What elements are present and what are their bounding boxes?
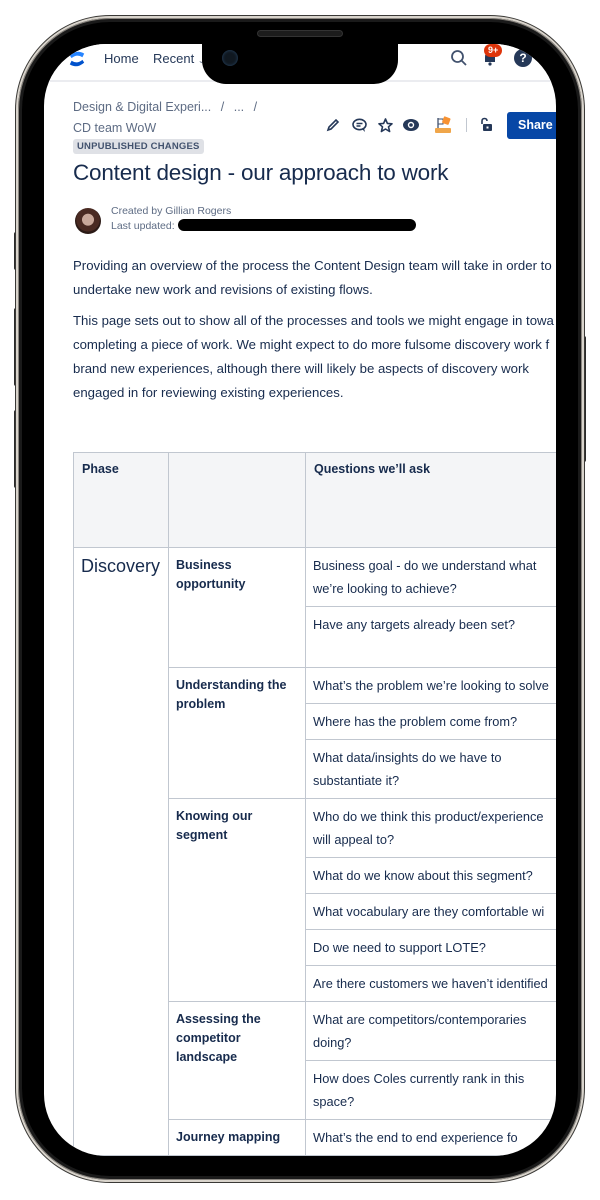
question-item: Have any targets already been set? xyxy=(313,617,516,632)
question-item: What are competitors/contemporaries doin… xyxy=(306,1002,556,1061)
question-item: What vocabulary are they comfortable wi xyxy=(306,894,556,930)
breadcrumb-separator: / xyxy=(220,100,225,114)
new-feature-icon[interactable] xyxy=(434,116,452,134)
nav-recent-label: Recent xyxy=(153,51,195,66)
question-item: Where has the problem come from? xyxy=(306,704,556,740)
breadcrumb-separator: / xyxy=(253,100,258,114)
paragraph-line: engaged in for reviewing existing experi… xyxy=(73,385,344,400)
earpiece-speaker xyxy=(257,30,343,37)
questions-cell: Who do we think this product/experience … xyxy=(305,798,556,1002)
screen: Home Recent ⌄ 9+ ? Design & Digital Expe… xyxy=(44,44,556,1156)
redacted-timestamp xyxy=(178,219,416,231)
question-item: What’s the end to end experience fo xyxy=(313,1130,518,1145)
front-camera xyxy=(222,50,238,66)
questions-cell: Business goal - do we understand what we… xyxy=(305,547,556,668)
question-item: What data/insights do we have to substan… xyxy=(313,750,502,788)
notification-badge: 9+ xyxy=(484,44,503,57)
paragraph-line: Providing an overview of the process the… xyxy=(73,258,552,273)
question-item: Are there customers we haven’t identifie… xyxy=(313,976,548,991)
intro-paragraph: Providing an overview of the process the… xyxy=(73,254,556,302)
help-icon[interactable]: ? xyxy=(514,49,532,67)
star-icon[interactable] xyxy=(376,116,394,134)
topic-cell: Knowing our segment xyxy=(168,798,306,1002)
paragraph-line: This page sets out to show all of the pr… xyxy=(73,313,554,328)
phase-cell: Discovery xyxy=(73,547,169,1156)
topic-cell: Understanding the problem xyxy=(168,667,306,799)
question-item: How does Coles currently rank in this sp… xyxy=(313,1071,525,1109)
page-toolbar xyxy=(324,116,503,134)
status-lozenge: UNPUBLISHED CHANGES xyxy=(73,139,204,154)
question-item: Business goal - do we understand what we… xyxy=(306,548,556,607)
share-button[interactable]: Share xyxy=(507,112,556,139)
table-header-row: Phase Questions we’ll ask xyxy=(73,452,556,548)
question-item: Do we need to support LOTE? xyxy=(306,930,556,966)
edit-icon[interactable] xyxy=(324,116,342,134)
question-item: What’s the problem we’re looking to solv… xyxy=(306,668,556,704)
unlock-icon[interactable] xyxy=(477,116,495,134)
last-updated-label: Last updated: xyxy=(111,220,175,232)
comment-icon[interactable] xyxy=(350,116,368,134)
topic-cell: Business opportunity xyxy=(168,547,306,668)
purpose-paragraph: This page sets out to show all of the pr… xyxy=(73,309,556,405)
table-row: Discovery Business opportunity Business … xyxy=(73,547,556,1156)
created-by[interactable]: Created by Gillian Rogers xyxy=(111,205,231,217)
header-phase: Phase xyxy=(73,452,169,548)
question-item: Who do we think this product/experience … xyxy=(306,799,556,858)
confluence-logo-icon[interactable] xyxy=(68,50,86,68)
header-topic xyxy=(168,452,306,548)
nav-home[interactable]: Home xyxy=(104,51,139,66)
page-title: Content design - our approach to work xyxy=(73,160,449,185)
breadcrumb-parent-link[interactable]: CD team WoW xyxy=(73,121,156,135)
breadcrumb-ellipsis[interactable]: ... xyxy=(234,100,244,114)
process-table: Phase Questions we’ll ask Discovery Busi… xyxy=(73,452,556,1156)
toolbar-divider xyxy=(466,118,467,132)
questions-cell: What’s the problem we’re looking to solv… xyxy=(305,667,556,799)
topic-cell: Assessing the competitor landscape xyxy=(168,1001,306,1120)
question-item: What do we know about this segment? xyxy=(306,858,556,894)
watch-icon[interactable] xyxy=(402,116,420,134)
header-questions: Questions we’ll ask xyxy=(305,452,556,548)
questions-cell: What’s the end to end experience fo xyxy=(305,1119,556,1156)
paragraph-line: completing a piece of work. We might exp… xyxy=(73,337,550,352)
breadcrumb-space-link[interactable]: Design & Digital Experi... xyxy=(73,100,211,114)
paragraph-line: undertake new work and revisions of exis… xyxy=(73,282,373,297)
nav-recent[interactable]: Recent ⌄ xyxy=(153,51,205,66)
paragraph-line: brand new experiences, although there wi… xyxy=(73,361,529,376)
search-icon[interactable] xyxy=(450,49,468,67)
questions-cell: What are competitors/contemporaries doin… xyxy=(305,1001,556,1120)
author-avatar[interactable] xyxy=(75,208,101,234)
topic-cell: Journey mapping xyxy=(168,1119,306,1156)
breadcrumb: Design & Digital Experi... / ... / xyxy=(73,100,263,114)
